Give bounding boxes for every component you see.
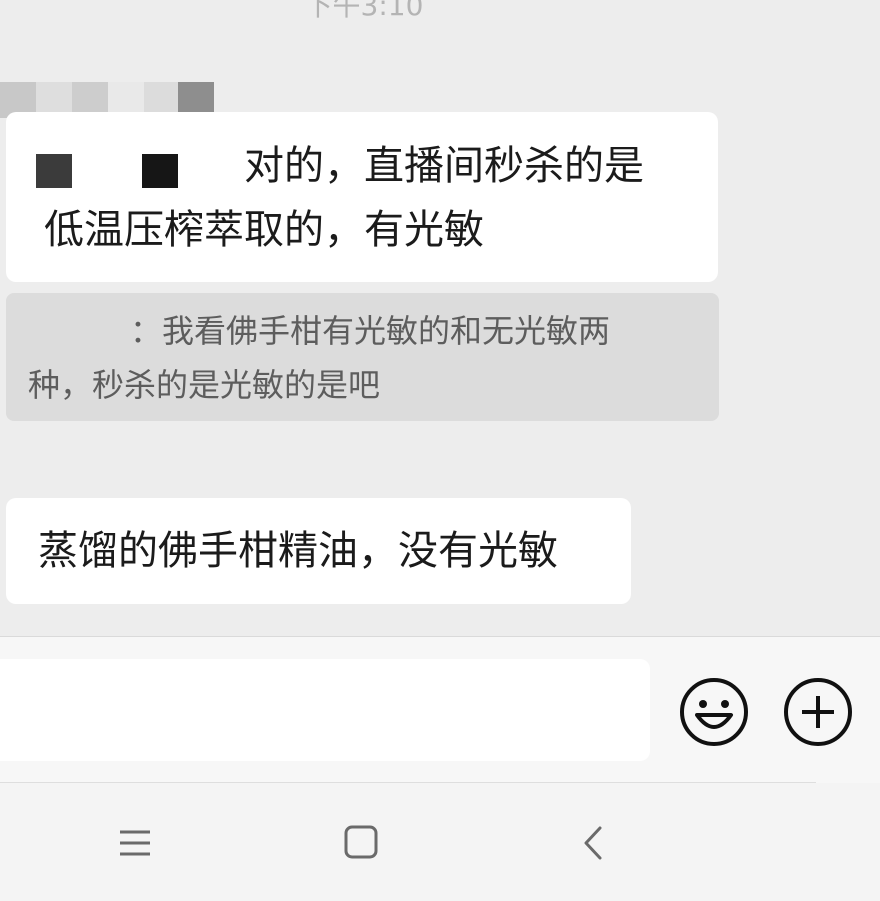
back-chevron-icon [584, 826, 602, 860]
input-bar [0, 636, 880, 787]
home-button[interactable] [342, 823, 382, 863]
mention-redacted-block [36, 154, 72, 188]
system-nav-bar [0, 783, 880, 901]
message-line: 对的，直播间秒杀的是 [244, 143, 644, 189]
back-button[interactable] [576, 823, 616, 863]
message-text: 蒸馏的佛手柑精油，没有光敏 [38, 528, 558, 574]
message-line: 低温压榨萃取的，有光敏 [44, 207, 484, 253]
mention-redacted-block [142, 154, 178, 188]
message-timestamp: 下午3:10 [304, 0, 424, 22]
quoted-message[interactable]: ：我看佛手柑有光敏的和无光敏两 种，秒杀的是光敏的是吧 [6, 293, 719, 421]
more-button[interactable] [783, 677, 853, 747]
quoted-line: 种，秒杀的是光敏的是吧 [28, 366, 381, 404]
emoji-button[interactable] [679, 677, 749, 747]
menu-icon [120, 830, 150, 856]
chat-area[interactable]: 下午3:10 对的，直播间秒杀的是 低温压榨萃取的，有光敏 ：我看佛手柑有光敏的… [0, 0, 880, 636]
menu-button[interactable] [116, 823, 156, 863]
smiley-face-icon [680, 678, 748, 746]
message-bubble[interactable]: 蒸馏的佛手柑精油，没有光敏 [6, 498, 631, 604]
message-bubble[interactable]: 对的，直播间秒杀的是 低温压榨萃取的，有光敏 [6, 112, 718, 282]
quoted-line: ：我看佛手柑有光敏的和无光敏两 [130, 312, 611, 350]
plus-circle-icon [784, 678, 852, 746]
home-square-icon [344, 825, 378, 859]
message-input[interactable] [0, 659, 650, 761]
